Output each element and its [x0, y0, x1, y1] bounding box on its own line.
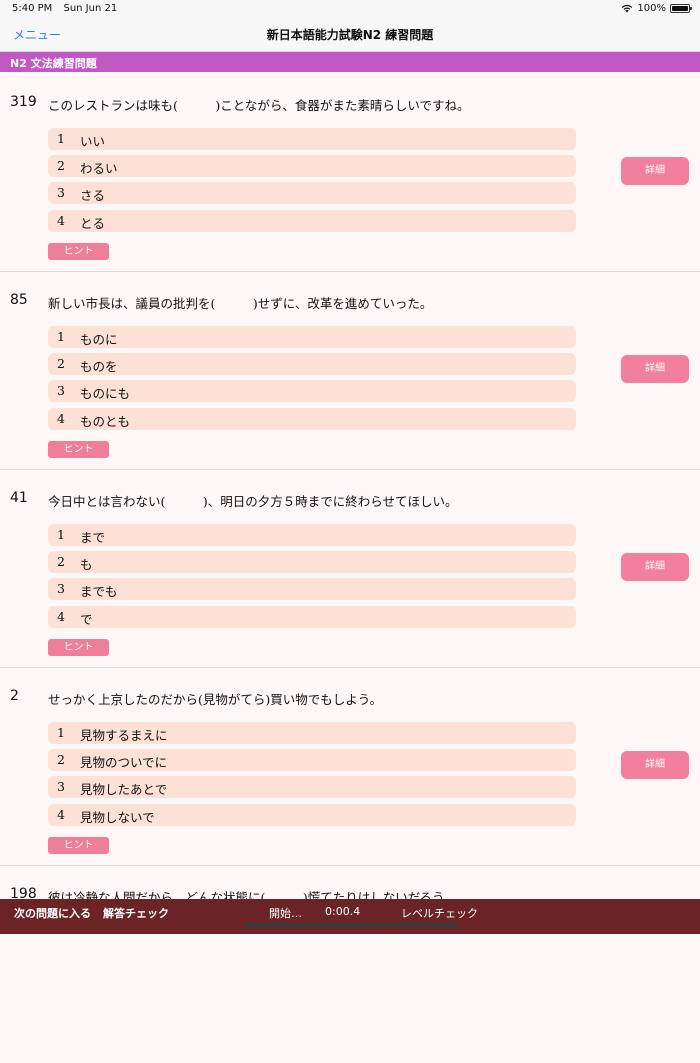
option-number: 4 [57, 609, 65, 624]
battery-percent: 100% [637, 3, 666, 14]
answer-option-1[interactable]: 1 見物するまえに [48, 722, 576, 744]
start-label: 開始… [269, 907, 302, 920]
option-number: 2 [57, 752, 65, 767]
answer-option-4[interactable]: 4 ものとも [48, 408, 576, 430]
option-text: 見物のついでに [80, 755, 168, 770]
option-text: までも [80, 584, 118, 599]
option-number: 1 [57, 725, 65, 740]
option-text: ものとも [80, 414, 131, 429]
detail-button[interactable]: 詳細 [621, 355, 689, 383]
option-text: まで [80, 530, 106, 545]
option-number: 2 [57, 158, 65, 173]
hint-button[interactable]: ヒント [48, 441, 109, 458]
status-left: 5:40 PM Sun Jun 21 [12, 3, 117, 14]
navigation-bar: メニュー 新日本語能力試験N2 練習問題 [0, 18, 700, 52]
section-header: N2 文法練習問題 [0, 52, 700, 72]
answer-option-2[interactable]: 2 わるい [48, 155, 576, 177]
question-card: 319 このレストランは味も( )ことながら、食器がまた素晴らしいですね。 1 … [0, 73, 700, 272]
hint-button[interactable]: ヒント [48, 243, 109, 260]
timer-display: 0:00.4 [325, 905, 361, 918]
option-number: 4 [57, 807, 65, 822]
option-text: さる [80, 188, 106, 203]
hint-button[interactable]: ヒント [48, 639, 109, 656]
option-text: ものを [80, 359, 118, 374]
section-title: N2 文法練習問題 [10, 57, 97, 70]
question-card: 2 せっかく上京したのだから(見物がてら)買い物でもしよう。 1 見物するまえに… [0, 667, 700, 866]
answer-option-2[interactable]: 2 見物のついでに [48, 749, 576, 771]
next-question-button[interactable]: 次の問題に入る [14, 905, 91, 921]
option-number: 1 [57, 527, 65, 542]
option-text: 見物しないで [80, 810, 155, 825]
status-bar: 5:40 PM Sun Jun 21 100% [0, 0, 700, 18]
option-text: わるい [80, 161, 118, 176]
answer-option-4[interactable]: 4 見物しないで [48, 804, 576, 826]
option-number: 3 [57, 581, 65, 596]
detail-button[interactable]: 詳細 [621, 751, 689, 779]
question-text: 今日中とは言わない( )、明日の夕方５時までに終わらせてほしい。 [48, 494, 458, 509]
option-text: ものに [80, 332, 118, 347]
detail-button[interactable]: 詳細 [621, 553, 689, 581]
question-number: 41 [10, 490, 28, 506]
status-right: 100% [621, 3, 692, 14]
option-number: 1 [57, 131, 65, 146]
option-number: 4 [57, 411, 65, 426]
option-number: 2 [57, 356, 65, 371]
answer-option-2[interactable]: 2 ものを [48, 353, 576, 375]
question-number: 319 [10, 94, 37, 110]
option-text: 見物するまえに [80, 728, 168, 743]
option-text: も [80, 557, 93, 572]
home-indicator [243, 923, 457, 927]
option-text: いい [80, 134, 106, 149]
answer-option-3[interactable]: 3 見物したあとで [48, 776, 576, 798]
status-time: 5:40 PM [12, 3, 53, 14]
hint-button[interactable]: ヒント [48, 837, 109, 854]
detail-button[interactable]: 詳細 [621, 157, 689, 185]
wifi-icon [622, 4, 633, 13]
answer-option-1[interactable]: 1 ものに [48, 326, 576, 348]
answer-option-1[interactable]: 1 まで [48, 524, 576, 546]
question-text: 新しい市長は、議員の批判を( )せずに、改革を進めていった。 [48, 296, 433, 311]
option-text: 見物したあとで [80, 782, 168, 797]
answer-option-3[interactable]: 3 さる [48, 182, 576, 204]
option-number: 3 [57, 383, 65, 398]
battery-icon [670, 4, 692, 13]
question-card: 85 新しい市長は、議員の批判を( )せずに、改革を進めていった。 1 ものに … [0, 271, 700, 470]
option-number: 1 [57, 329, 65, 344]
question-number: 85 [10, 292, 28, 308]
option-number: 2 [57, 554, 65, 569]
question-number: 2 [10, 688, 19, 704]
answer-option-2[interactable]: 2 も [48, 551, 576, 573]
question-card: 41 今日中とは言わない( )、明日の夕方５時までに終わらせてほしい。 1 まで… [0, 469, 700, 668]
answer-option-1[interactable]: 1 いい [48, 128, 576, 150]
option-text: ものにも [80, 386, 131, 401]
question-text: このレストランは味も( )ことながら、食器がまた素晴らしいですね。 [48, 98, 470, 113]
page-title: 新日本語能力試験N2 練習問題 [266, 28, 434, 42]
option-number: 4 [57, 213, 65, 228]
level-check-button[interactable]: レベルチェック [401, 905, 478, 921]
status-date: Sun Jun 21 [63, 3, 118, 14]
check-answer-button[interactable]: 解答チェック [103, 905, 169, 921]
answer-option-3[interactable]: 3 までも [48, 578, 576, 600]
option-text: で [80, 612, 93, 627]
option-number: 3 [57, 185, 65, 200]
answer-option-4[interactable]: 4 で [48, 606, 576, 628]
option-text: とる [80, 216, 106, 231]
answer-option-4[interactable]: 4 とる [48, 210, 576, 232]
question-text: せっかく上京したのだから(見物がてら)買い物でもしよう。 [48, 692, 383, 707]
answer-option-3[interactable]: 3 ものにも [48, 380, 576, 402]
bottom-toolbar: 次の問題に入る 解答チェック 開始… 0:00.4 レベルチェック [0, 899, 700, 934]
question-card: 198 彼は冷静な人間だから、どんな状態に( )慌てたりはしないだろう。 [0, 865, 700, 1063]
option-number: 3 [57, 779, 65, 794]
